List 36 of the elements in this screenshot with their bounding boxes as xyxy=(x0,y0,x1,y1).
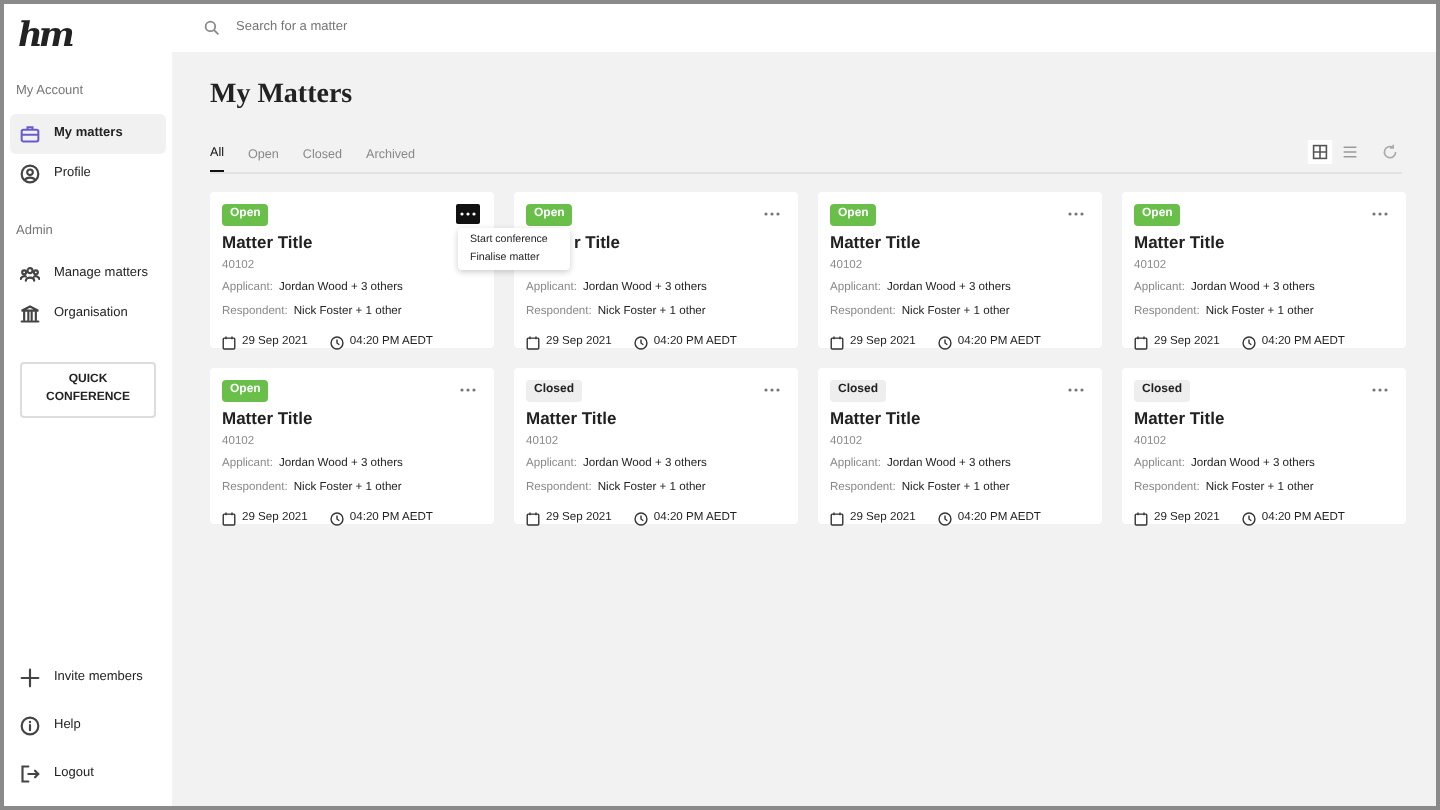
calendar-icon xyxy=(830,335,844,350)
people-icon xyxy=(20,263,40,283)
more-button[interactable] xyxy=(456,204,480,224)
matter-title: Matter Title xyxy=(830,230,921,256)
matter-title: Matter Title xyxy=(526,406,617,432)
calendar-icon xyxy=(222,335,236,350)
clock-icon xyxy=(1241,511,1256,526)
matter-title: Matter Title xyxy=(222,406,313,432)
clock-icon xyxy=(937,335,952,350)
calendar-icon xyxy=(1134,511,1148,526)
clock-icon xyxy=(937,511,952,526)
search-icon xyxy=(204,20,220,36)
list-view-toggle[interactable] xyxy=(1338,140,1362,164)
info-icon xyxy=(20,716,40,736)
matter-title: Matter Title xyxy=(1134,406,1225,432)
matter-title: Matter Title xyxy=(1134,230,1225,256)
matter-title: Matter Title xyxy=(222,230,313,256)
bank-icon xyxy=(20,303,40,323)
clock-icon xyxy=(329,335,344,350)
calendar-icon xyxy=(1134,335,1148,350)
calendar-icon xyxy=(830,511,844,526)
calendar-icon xyxy=(526,511,540,526)
briefcase-icon xyxy=(20,123,40,144)
grid-view-toggle[interactable] xyxy=(1308,140,1332,164)
plus-icon xyxy=(20,668,40,688)
matter-title: Matter Title xyxy=(830,406,921,432)
clock-icon xyxy=(1241,335,1256,350)
clock-icon xyxy=(329,511,344,526)
logo: hm xyxy=(18,20,71,54)
clock-icon xyxy=(633,511,648,526)
calendar-icon xyxy=(222,511,236,526)
clock-icon xyxy=(633,335,648,350)
calendar-icon xyxy=(526,335,540,350)
page-title: My Matters xyxy=(210,78,355,114)
user-icon xyxy=(20,163,40,184)
logout-icon xyxy=(20,764,40,784)
